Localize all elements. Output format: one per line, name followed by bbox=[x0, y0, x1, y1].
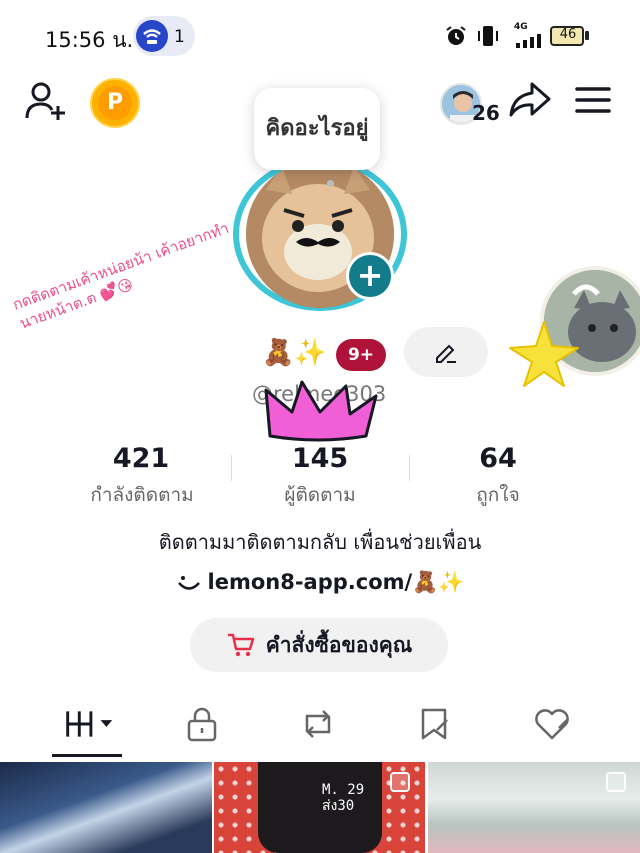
crown-sticker bbox=[262, 378, 380, 448]
bookmark-icon bbox=[421, 708, 448, 740]
vibrate-icon bbox=[476, 23, 500, 53]
tab-posts[interactable] bbox=[58, 700, 118, 748]
stat-followers-count[interactable]: 145 bbox=[250, 443, 390, 474]
stat-divider bbox=[231, 455, 232, 481]
profile-link-text[interactable]: lemon8-app.com/🧸✨ bbox=[208, 570, 465, 594]
coin-label: P bbox=[98, 86, 132, 120]
battery-cap bbox=[585, 31, 589, 40]
post-thumbnail[interactable] bbox=[0, 762, 212, 853]
notification-badge[interactable]: 9+ bbox=[336, 339, 386, 371]
grid-posts-icon bbox=[66, 711, 113, 737]
cart-icon bbox=[227, 633, 254, 657]
stat-likes-count[interactable]: 64 bbox=[428, 443, 568, 474]
wifi-notification-icon bbox=[136, 20, 168, 52]
sticker-handwriting: กดติดตามเค้าหน่อยน้า เค้าอยากทำนายหน้าต.… bbox=[10, 218, 232, 333]
profile-bio: ติดตามมาติดตามกลับ เพื่อนช่วยเพื่อน bbox=[158, 530, 482, 554]
star-sticker bbox=[508, 318, 580, 394]
signal-icon bbox=[514, 33, 544, 52]
stat-followers-label[interactable]: ผู้ติดตาม bbox=[240, 480, 400, 510]
orders-button[interactable]: คำสั่งซื้อของคุณ bbox=[190, 618, 448, 672]
lock-icon bbox=[187, 707, 217, 742]
alarm-icon bbox=[444, 24, 468, 52]
profile-link[interactable]: lemon8-app.com/🧸✨ bbox=[0, 570, 640, 595]
tab-reposts[interactable] bbox=[288, 700, 348, 748]
smile-link-icon bbox=[177, 576, 200, 590]
liked-icon bbox=[535, 709, 569, 740]
add-user-icon[interactable] bbox=[24, 80, 68, 128]
thumbnail-select-checkbox[interactable] bbox=[390, 772, 410, 792]
thumbnail-handwriting: M. 29 ส่ง30 bbox=[322, 782, 365, 814]
tab-liked[interactable] bbox=[522, 700, 582, 748]
status-time: 15:56 น. bbox=[45, 28, 134, 52]
tab-active-indicator bbox=[52, 754, 122, 757]
stat-divider bbox=[409, 455, 410, 481]
menu-icon[interactable] bbox=[574, 84, 612, 120]
network-type: 4G bbox=[514, 22, 528, 32]
edit-profile-button[interactable] bbox=[404, 327, 488, 377]
stat-following-label[interactable]: กำลังติดตาม bbox=[62, 480, 222, 510]
note-bubble-pointer bbox=[327, 180, 334, 187]
tab-saved[interactable] bbox=[405, 700, 465, 748]
thumbnail-select-checkbox[interactable] bbox=[606, 772, 626, 792]
note-bubble[interactable]: คิดอะไรอยู่ bbox=[254, 88, 380, 170]
add-story-button[interactable]: + bbox=[346, 252, 394, 300]
orders-label: คำสั่งซื้อของคุณ bbox=[265, 632, 413, 657]
stat-following-count[interactable]: 421 bbox=[71, 443, 211, 474]
profile-emoji-badges: 🧸✨ bbox=[262, 338, 327, 368]
battery-level: 46 bbox=[559, 27, 577, 42]
tab-private[interactable] bbox=[172, 700, 232, 748]
share-icon[interactable] bbox=[508, 80, 552, 124]
stat-likes-label[interactable]: ถูกใจ bbox=[418, 480, 578, 510]
edit-pencil-icon bbox=[436, 344, 456, 363]
notification-count: 1 bbox=[174, 27, 185, 47]
visitor-count: 26 bbox=[472, 101, 500, 125]
repost-icon bbox=[305, 710, 331, 738]
